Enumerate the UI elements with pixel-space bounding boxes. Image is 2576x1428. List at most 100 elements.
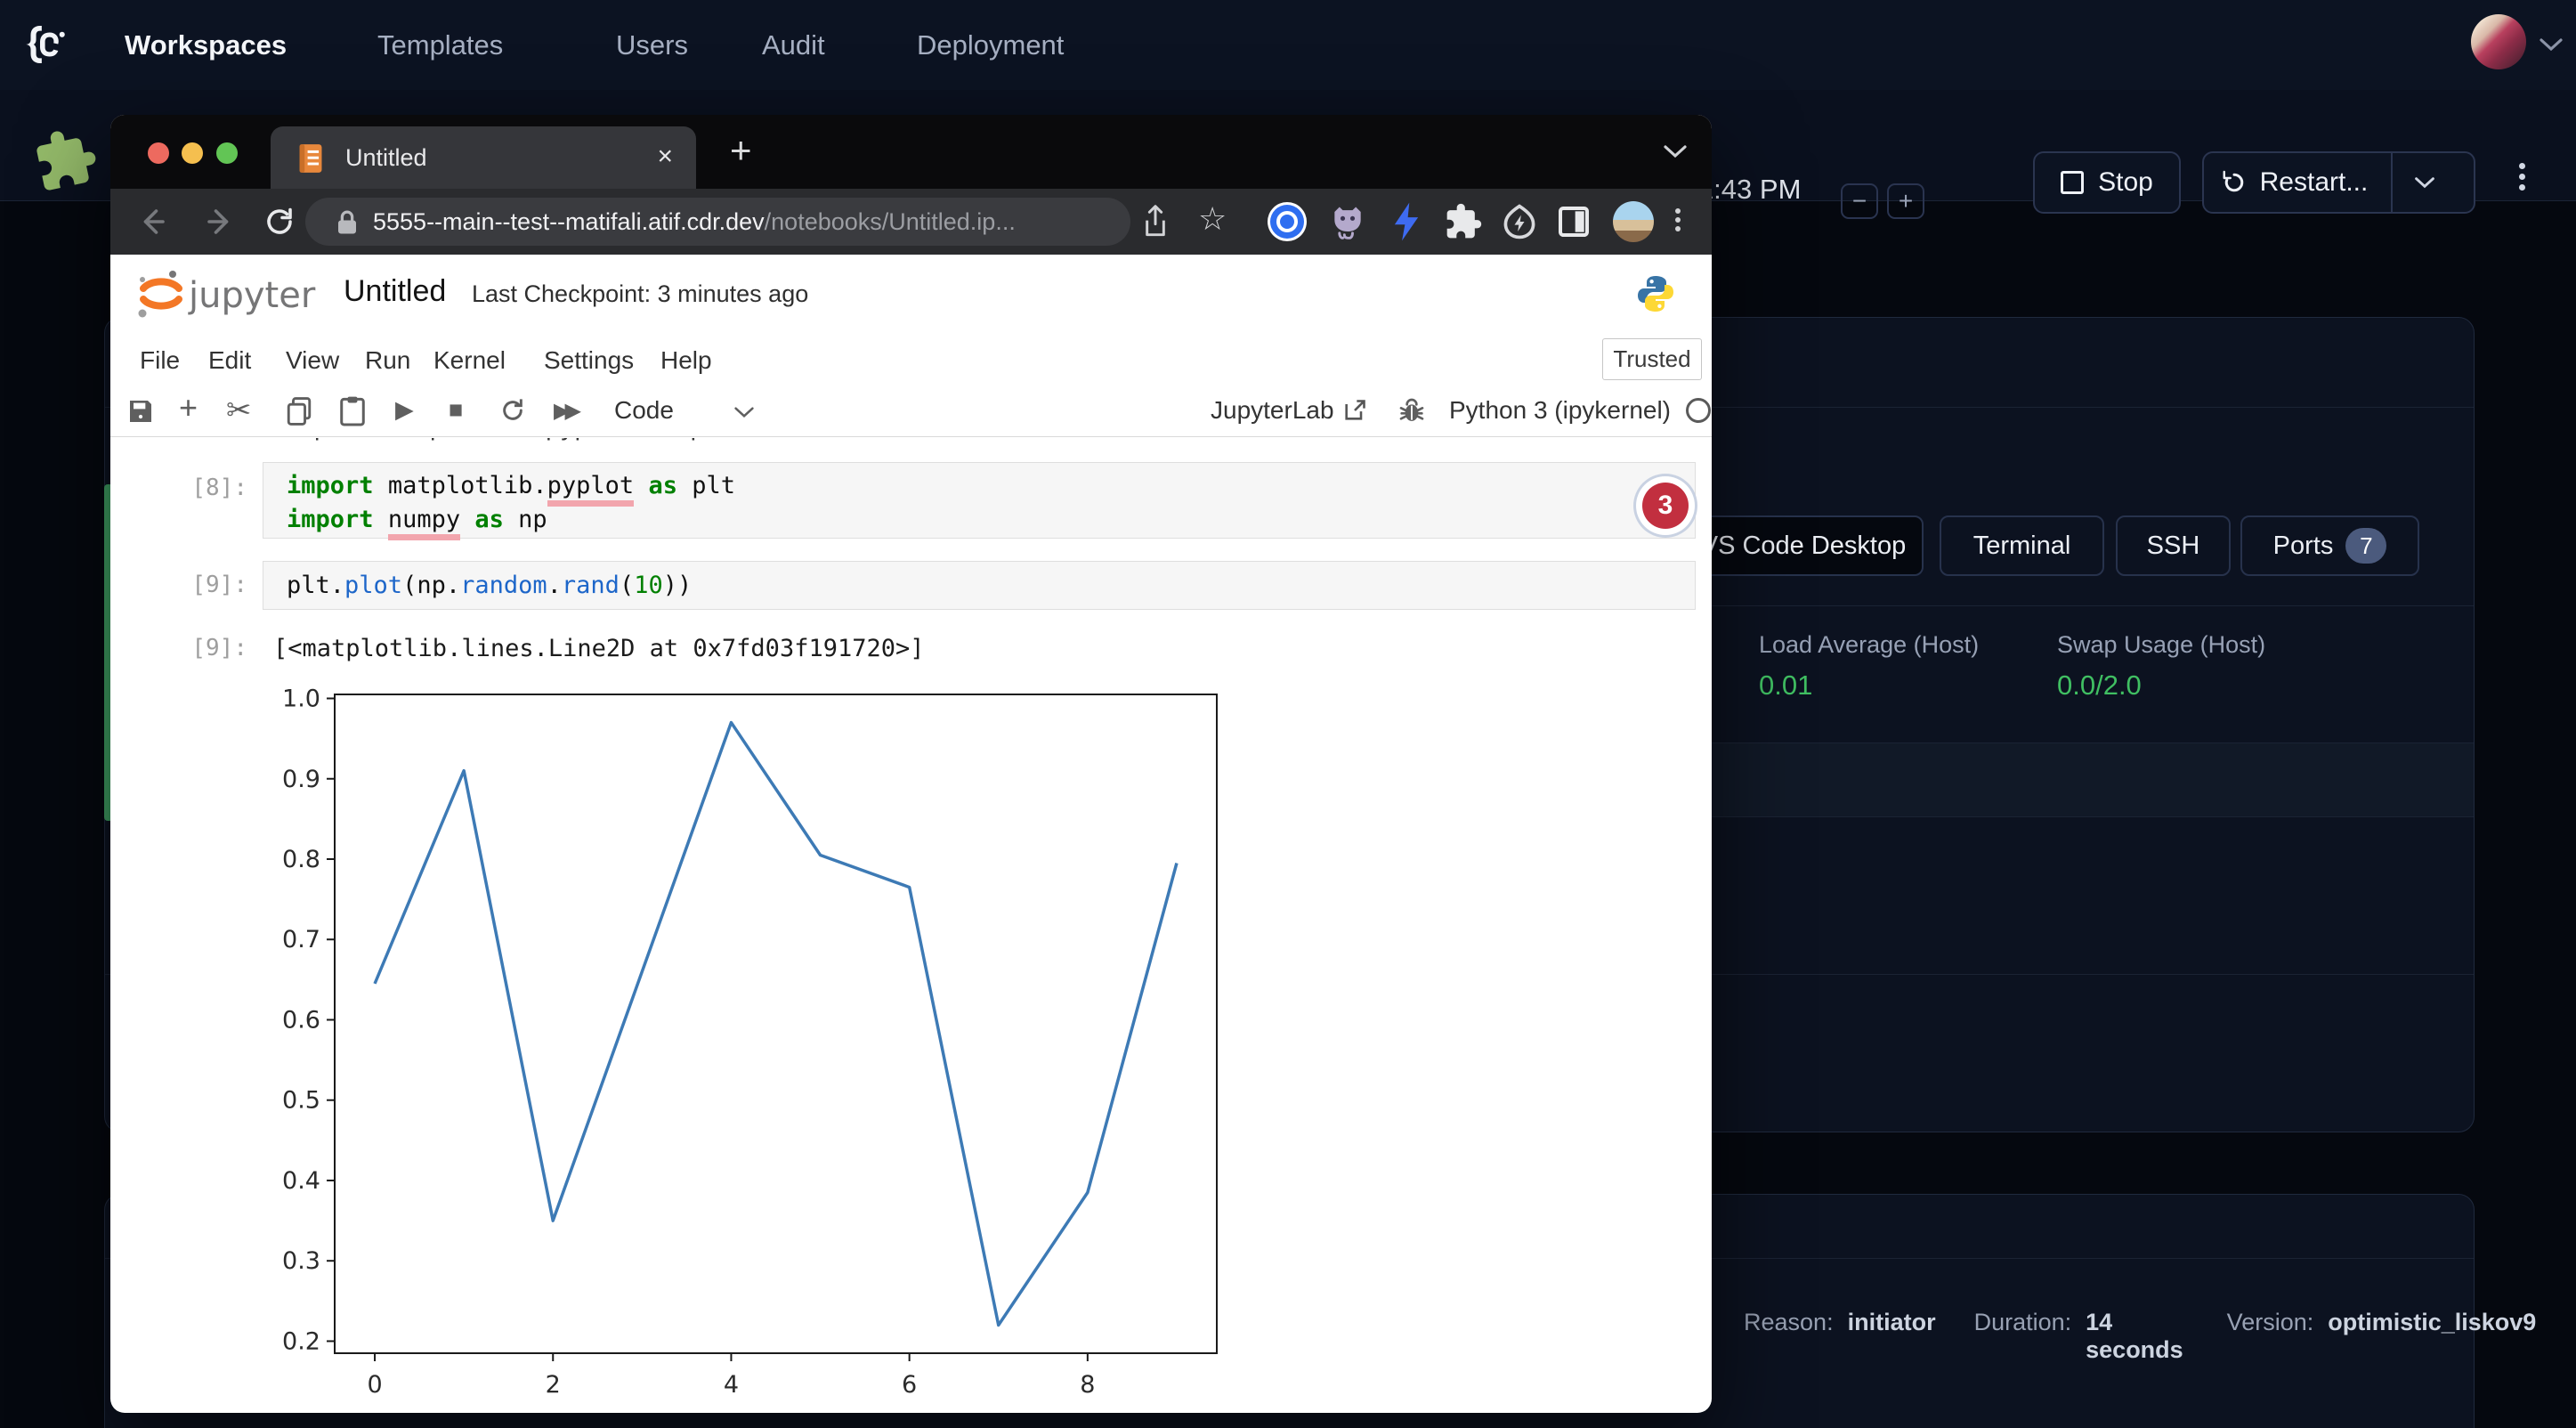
version-label: Version: (2227, 1309, 2314, 1336)
external-link-icon[interactable] (1342, 398, 1367, 423)
back-icon[interactable] (135, 206, 169, 238)
bookmark-star-icon[interactable]: ☆ (1198, 200, 1227, 238)
nav-item-audit[interactable]: Audit (762, 29, 825, 61)
side-panel-icon[interactable] (1556, 204, 1592, 239)
menu-run[interactable]: Run (365, 346, 410, 375)
output9-prompt: [9]: (182, 635, 247, 661)
nav-item-templates[interactable]: Templates (377, 29, 503, 61)
stat-load-average: Load Average (Host) 0.01 (1759, 631, 1979, 702)
jupyter-toolbar: + ✂ ▶ ■ ▶▶ Code JupyterLab (110, 385, 1712, 437)
kernel-status-icon (1686, 398, 1711, 423)
user-avatar[interactable] (2471, 14, 2526, 69)
coder-logo-icon[interactable] (21, 20, 71, 69)
zoom-out-button[interactable]: − (1841, 183, 1878, 219)
window-minimize-button[interactable] (182, 142, 203, 164)
stat-label: Load Average (Host) (1759, 631, 1979, 659)
zoom-in-button[interactable]: + (1887, 183, 1924, 219)
tab-title: Untitled (345, 144, 427, 172)
browser-tab[interactable]: Untitled × (271, 126, 696, 189)
cell8-input[interactable]: import matplotlib.pyplot as plt import n… (263, 462, 1696, 539)
notification-badge[interactable]: 3 (1636, 476, 1695, 535)
browser-menu-kebab[interactable] (1675, 205, 1681, 235)
cell8-line2: import numpy as np (287, 503, 1695, 537)
trusted-button[interactable]: Trusted (1602, 338, 1702, 380)
stop-workspace-button[interactable]: Stop (2033, 151, 2181, 214)
restart-kernel-icon[interactable] (498, 396, 527, 425)
jupyter-logo: jupyter (132, 265, 328, 320)
svg-text:0.8: 0.8 (282, 846, 320, 873)
cell9-input[interactable]: plt.plot(np.random.rand(10)) (263, 561, 1696, 610)
run-cell-icon[interactable]: ▶ (395, 396, 414, 424)
forward-icon[interactable] (203, 206, 237, 238)
url-path: /notebooks/Untitled.ip... (765, 208, 1016, 235)
new-tab-button[interactable]: + (730, 129, 752, 172)
save-icon[interactable] (126, 397, 155, 426)
notebook-favicon (297, 143, 324, 174)
cell-type-dropdown[interactable]: Code (614, 396, 674, 425)
restart-options-chevron-icon[interactable] (2414, 176, 2435, 189)
stat-label: Swap Usage (Host) (2057, 631, 2265, 659)
svg-text:0.4: 0.4 (282, 1167, 320, 1195)
jupyterlab-link[interactable]: JupyterLab (1211, 396, 1334, 425)
github-extension-icon[interactable] (1328, 202, 1367, 241)
restart-label: Restart... (2260, 167, 2369, 198)
svg-text:0.6: 0.6 (282, 1006, 320, 1034)
menu-kernel[interactable]: Kernel (433, 346, 506, 375)
extensions-puzzle-icon[interactable] (1444, 202, 1483, 241)
restart-run-all-icon[interactable]: ▶▶ (554, 398, 576, 424)
browser-profile-avatar[interactable] (1613, 201, 1654, 242)
tab-close-icon[interactable]: × (657, 142, 673, 172)
app-tab-ssh[interactable]: SSH (2116, 515, 2231, 576)
screen: Workspaces Templates Users Audit Deploym… (0, 0, 2576, 1428)
app-tab-terminal[interactable]: Terminal (1940, 515, 2104, 576)
menu-settings[interactable]: Settings (544, 346, 634, 375)
tab-search-chevron-icon[interactable] (1663, 144, 1688, 158)
stat-value: 0.01 (1759, 669, 1979, 702)
menu-view[interactable]: View (286, 346, 339, 375)
workspace-menu-kebab[interactable] (2519, 158, 2525, 195)
reload-icon[interactable] (263, 206, 296, 238)
duration-label: Duration: (1974, 1309, 2072, 1336)
svg-text:8: 8 (1080, 1371, 1095, 1399)
cell9-line: plt.plot(np.random.rand(10)) (263, 562, 1695, 603)
svg-text:2: 2 (546, 1371, 561, 1399)
workspace-app-puzzle-icon (34, 127, 98, 191)
share-icon[interactable] (1141, 204, 1170, 239)
nav-item-workspaces[interactable]: Workspaces (125, 29, 287, 61)
url-bar[interactable]: 5555--main--test--matifali.atif.cdr.dev/… (305, 198, 1130, 246)
copy-cell-icon[interactable] (285, 396, 313, 426)
paste-cell-icon[interactable] (339, 395, 366, 427)
svg-text:0.7: 0.7 (282, 926, 320, 953)
cut-cell-icon[interactable]: ✂ (226, 393, 252, 428)
debugger-bug-icon[interactable] (1397, 396, 1426, 425)
output9-text: [<matplotlib.lines.Line2D at 0x7fd03f191… (273, 635, 925, 662)
app-tab-label: Terminal (1973, 531, 2071, 561)
app-tab-ports[interactable]: Ports 7 (2240, 515, 2419, 576)
window-close-button[interactable] (148, 142, 169, 164)
bolt-extension-icon[interactable] (1389, 201, 1424, 242)
menu-file[interactable]: File (140, 346, 180, 375)
add-cell-icon[interactable]: + (179, 389, 198, 426)
app-tab-label: SSH (2147, 531, 2200, 561)
jupyter-header: jupyter Untitled Last Checkpoint: 3 minu… (110, 255, 1712, 332)
interrupt-kernel-icon[interactable]: ■ (449, 396, 463, 424)
app-tab-vscode-desktop[interactable]: VS Code Desktop (1683, 515, 1924, 576)
menu-help[interactable]: Help (660, 346, 712, 375)
cell-type-chevron-icon[interactable] (733, 406, 755, 418)
ports-count-badge: 7 (2345, 528, 2386, 564)
cell9-prompt: [9]: (182, 572, 247, 598)
window-maximize-button[interactable] (216, 142, 238, 164)
onepassword-extension-icon[interactable] (1268, 202, 1307, 241)
kernel-name[interactable]: Python 3 (ipykernel) (1449, 396, 1671, 425)
matplotlib-line-chart: 0.20.30.40.50.60.70.80.91.002468 (281, 686, 1243, 1411)
nav-item-users[interactable]: Users (616, 29, 688, 61)
stop-label: Stop (2098, 167, 2153, 198)
restart-workspace-button[interactable]: Restart... (2202, 151, 2475, 214)
energy-saver-leaf-icon[interactable] (1500, 202, 1539, 241)
stop-square-icon (2061, 171, 2084, 194)
nav-item-deployment[interactable]: Deployment (917, 29, 1064, 61)
menu-edit[interactable]: Edit (208, 346, 251, 375)
chevron-down-icon[interactable] (2539, 37, 2564, 52)
notebook-title[interactable]: Untitled (344, 274, 446, 309)
version-value: optimistic_liskov9 (2328, 1309, 2536, 1336)
